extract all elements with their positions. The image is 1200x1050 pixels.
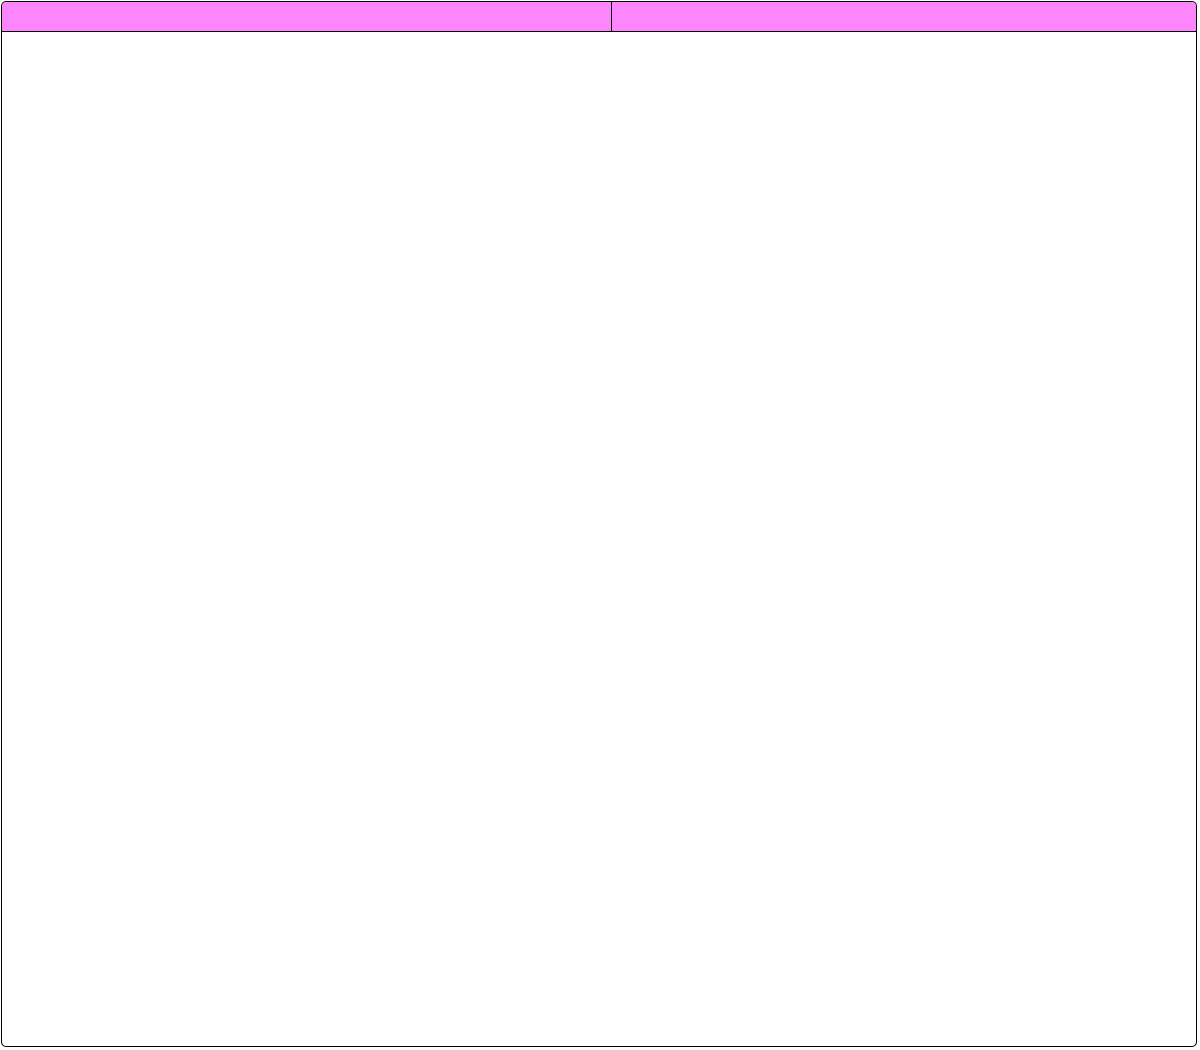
swimlane-header-right <box>612 2 1196 31</box>
diagram-frame <box>1 1 1197 1047</box>
swimlane-body <box>2 32 1196 1045</box>
swimlane-header-left <box>2 2 612 31</box>
swimlane-header-row <box>2 2 1196 32</box>
